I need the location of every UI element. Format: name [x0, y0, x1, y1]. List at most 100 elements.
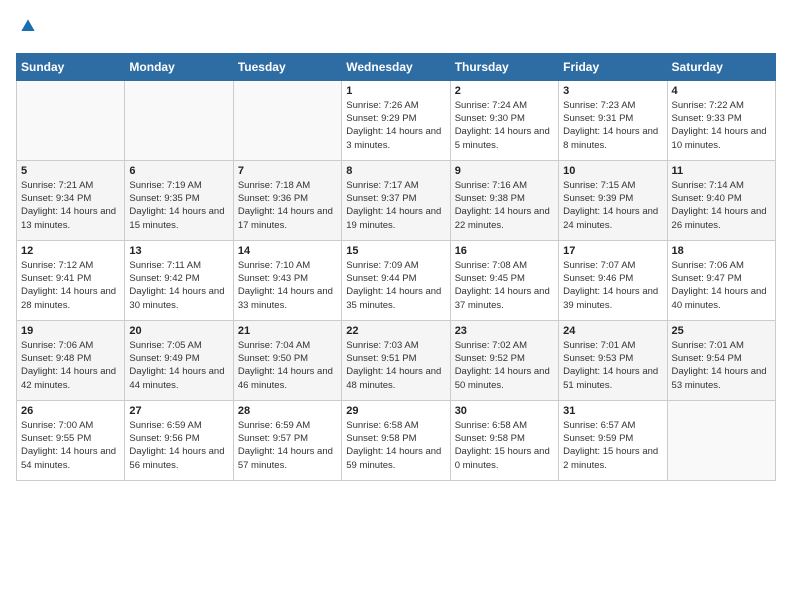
- column-header-saturday: Saturday: [667, 53, 775, 80]
- day-info: Sunrise: 7:17 AMSunset: 9:37 PMDaylight:…: [346, 179, 445, 232]
- day-info: Sunrise: 7:04 AMSunset: 9:50 PMDaylight:…: [238, 339, 337, 392]
- calendar-cell: 9 Sunrise: 7:16 AMSunset: 9:38 PMDaylight…: [450, 160, 558, 240]
- day-info: Sunrise: 6:59 AMSunset: 9:57 PMDaylight:…: [238, 419, 337, 472]
- calendar-cell: 25Sunrise: 7:01 AMSunset: 9:54 PMDayligh…: [667, 320, 775, 400]
- day-number: 6: [129, 165, 228, 177]
- calendar-cell: [17, 80, 125, 160]
- calendar-cell: 8 Sunrise: 7:17 AMSunset: 9:37 PMDaylight…: [342, 160, 450, 240]
- day-info: Sunrise: 7:26 AMSunset: 9:29 PMDaylight:…: [346, 99, 445, 152]
- day-number: 13: [129, 245, 228, 257]
- logo-icon: [18, 16, 38, 36]
- calendar-cell: 18 Sunrise: 7:06 AMSunset: 9:47 PMDayligh…: [667, 240, 775, 320]
- calendar-cell: 19Sunrise: 7:06 AMSunset: 9:48 PMDayligh…: [17, 320, 125, 400]
- calendar-cell: 28Sunrise: 6:59 AMSunset: 9:57 PMDayligh…: [233, 400, 341, 480]
- day-number: 21: [238, 325, 337, 337]
- day-number: 1: [346, 85, 445, 97]
- week-row-5: 26 Sunrise: 7:00 AMSunset: 9:55 PMDayligh…: [17, 400, 776, 480]
- calendar-table: SundayMondayTuesdayWednesdayThursdayFrid…: [16, 53, 776, 481]
- day-headers-row: SundayMondayTuesdayWednesdayThursdayFrid…: [17, 53, 776, 80]
- day-info: Sunrise: 7:19 AMSunset: 9:35 PMDaylight:…: [129, 179, 228, 232]
- calendar-cell: 26 Sunrise: 7:00 AMSunset: 9:55 PMDayligh…: [17, 400, 125, 480]
- day-number: 29: [346, 405, 445, 417]
- calendar-cell: 22 Sunrise: 7:03 AMSunset: 9:51 PMDayligh…: [342, 320, 450, 400]
- page-header: [16, 16, 776, 41]
- calendar-cell: 14Sunrise: 7:10 AMSunset: 9:43 PMDayligh…: [233, 240, 341, 320]
- calendar-cell: 27 Sunrise: 6:59 AMSunset: 9:56 PMDayligh…: [125, 400, 233, 480]
- day-number: 7: [238, 165, 337, 177]
- day-info: Sunrise: 7:07 AMSunset: 9:46 PMDaylight:…: [563, 259, 662, 312]
- day-number: 31: [563, 405, 662, 417]
- calendar-cell: [667, 400, 775, 480]
- day-info: Sunrise: 7:03 AMSunset: 9:51 PMDaylight:…: [346, 339, 445, 392]
- day-number: 3: [563, 85, 662, 97]
- day-info: Sunrise: 7:15 AMSunset: 9:39 PMDaylight:…: [563, 179, 662, 232]
- day-number: 8: [346, 165, 445, 177]
- calendar-cell: 4Sunrise: 7:22 AMSunset: 9:33 PMDaylight…: [667, 80, 775, 160]
- calendar-cell: 31 Sunrise: 6:57 AMSunset: 9:59 PMDayligh…: [559, 400, 667, 480]
- calendar-cell: 13 Sunrise: 7:11 AMSunset: 9:42 PMDayligh…: [125, 240, 233, 320]
- calendar-cell: 17 Sunrise: 7:07 AMSunset: 9:46 PMDayligh…: [559, 240, 667, 320]
- day-number: 30: [455, 405, 554, 417]
- day-info: Sunrise: 7:00 AMSunset: 9:55 PMDaylight:…: [21, 419, 120, 472]
- column-header-tuesday: Tuesday: [233, 53, 341, 80]
- day-number: 22: [346, 325, 445, 337]
- day-info: Sunrise: 6:57 AMSunset: 9:59 PMDaylight:…: [563, 419, 662, 472]
- calendar-cell: 3 Sunrise: 7:23 AMSunset: 9:31 PMDaylight…: [559, 80, 667, 160]
- day-info: Sunrise: 7:10 AMSunset: 9:43 PMDaylight:…: [238, 259, 337, 312]
- day-number: 27: [129, 405, 228, 417]
- calendar-cell: 2 Sunrise: 7:24 AMSunset: 9:30 PMDaylight…: [450, 80, 558, 160]
- day-number: 5: [21, 165, 120, 177]
- week-row-2: 5 Sunrise: 7:21 AMSunset: 9:34 PMDaylight…: [17, 160, 776, 240]
- calendar-cell: 24 Sunrise: 7:01 AMSunset: 9:53 PMDayligh…: [559, 320, 667, 400]
- day-number: 18: [672, 245, 771, 257]
- calendar-cell: 6 Sunrise: 7:19 AMSunset: 9:35 PMDaylight…: [125, 160, 233, 240]
- day-info: Sunrise: 6:58 AMSunset: 9:58 PMDaylight:…: [455, 419, 554, 472]
- day-number: 11: [672, 165, 771, 177]
- column-header-sunday: Sunday: [17, 53, 125, 80]
- calendar-cell: 29 Sunrise: 6:58 AMSunset: 9:58 PMDayligh…: [342, 400, 450, 480]
- day-number: 2: [455, 85, 554, 97]
- day-info: Sunrise: 7:01 AMSunset: 9:53 PMDaylight:…: [563, 339, 662, 392]
- calendar-cell: 21 Sunrise: 7:04 AMSunset: 9:50 PMDayligh…: [233, 320, 341, 400]
- day-info: Sunrise: 7:24 AMSunset: 9:30 PMDaylight:…: [455, 99, 554, 152]
- column-header-friday: Friday: [559, 53, 667, 80]
- day-info: Sunrise: 7:23 AMSunset: 9:31 PMDaylight:…: [563, 99, 662, 152]
- calendar-cell: 23Sunrise: 7:02 AMSunset: 9:52 PMDayligh…: [450, 320, 558, 400]
- calendar-cell: 5 Sunrise: 7:21 AMSunset: 9:34 PMDaylight…: [17, 160, 125, 240]
- calendar-cell: 15Sunrise: 7:09 AMSunset: 9:44 PMDayligh…: [342, 240, 450, 320]
- day-info: Sunrise: 7:06 AMSunset: 9:48 PMDaylight:…: [21, 339, 120, 392]
- day-info: Sunrise: 7:05 AMSunset: 9:49 PMDaylight:…: [129, 339, 228, 392]
- day-info: Sunrise: 7:21 AMSunset: 9:34 PMDaylight:…: [21, 179, 120, 232]
- day-info: Sunrise: 7:08 AMSunset: 9:45 PMDaylight:…: [455, 259, 554, 312]
- calendar-cell: [233, 80, 341, 160]
- day-number: 9: [455, 165, 554, 177]
- day-info: Sunrise: 7:12 AMSunset: 9:41 PMDaylight:…: [21, 259, 120, 312]
- day-info: Sunrise: 7:22 AMSunset: 9:33 PMDaylight:…: [672, 99, 771, 152]
- day-number: 12: [21, 245, 120, 257]
- day-number: 16: [455, 245, 554, 257]
- day-number: 20: [129, 325, 228, 337]
- day-number: 24: [563, 325, 662, 337]
- day-number: 26: [21, 405, 120, 417]
- day-number: 15: [346, 245, 445, 257]
- calendar-cell: 30 Sunrise: 6:58 AMSunset: 9:58 PMDayligh…: [450, 400, 558, 480]
- column-header-wednesday: Wednesday: [342, 53, 450, 80]
- calendar-cell: [125, 80, 233, 160]
- week-row-1: 1 Sunrise: 7:26 AMSunset: 9:29 PMDaylight…: [17, 80, 776, 160]
- day-info: Sunrise: 7:18 AMSunset: 9:36 PMDaylight:…: [238, 179, 337, 232]
- day-info: Sunrise: 7:16 AMSunset: 9:38 PMDaylight:…: [455, 179, 554, 232]
- calendar-cell: 20 Sunrise: 7:05 AMSunset: 9:49 PMDayligh…: [125, 320, 233, 400]
- day-number: 17: [563, 245, 662, 257]
- day-info: Sunrise: 7:06 AMSunset: 9:47 PMDaylight:…: [672, 259, 771, 312]
- logo: [16, 16, 38, 41]
- column-header-thursday: Thursday: [450, 53, 558, 80]
- calendar-cell: 7 Sunrise: 7:18 AMSunset: 9:36 PMDaylight…: [233, 160, 341, 240]
- calendar-cell: 10Sunrise: 7:15 AMSunset: 9:39 PMDayligh…: [559, 160, 667, 240]
- day-info: Sunrise: 6:58 AMSunset: 9:58 PMDaylight:…: [346, 419, 445, 472]
- week-row-3: 12 Sunrise: 7:12 AMSunset: 9:41 PMDayligh…: [17, 240, 776, 320]
- day-info: Sunrise: 6:59 AMSunset: 9:56 PMDaylight:…: [129, 419, 228, 472]
- calendar-cell: 12 Sunrise: 7:12 AMSunset: 9:41 PMDayligh…: [17, 240, 125, 320]
- day-info: Sunrise: 7:11 AMSunset: 9:42 PMDaylight:…: [129, 259, 228, 312]
- day-info: Sunrise: 7:02 AMSunset: 9:52 PMDaylight:…: [455, 339, 554, 392]
- day-number: 25: [672, 325, 771, 337]
